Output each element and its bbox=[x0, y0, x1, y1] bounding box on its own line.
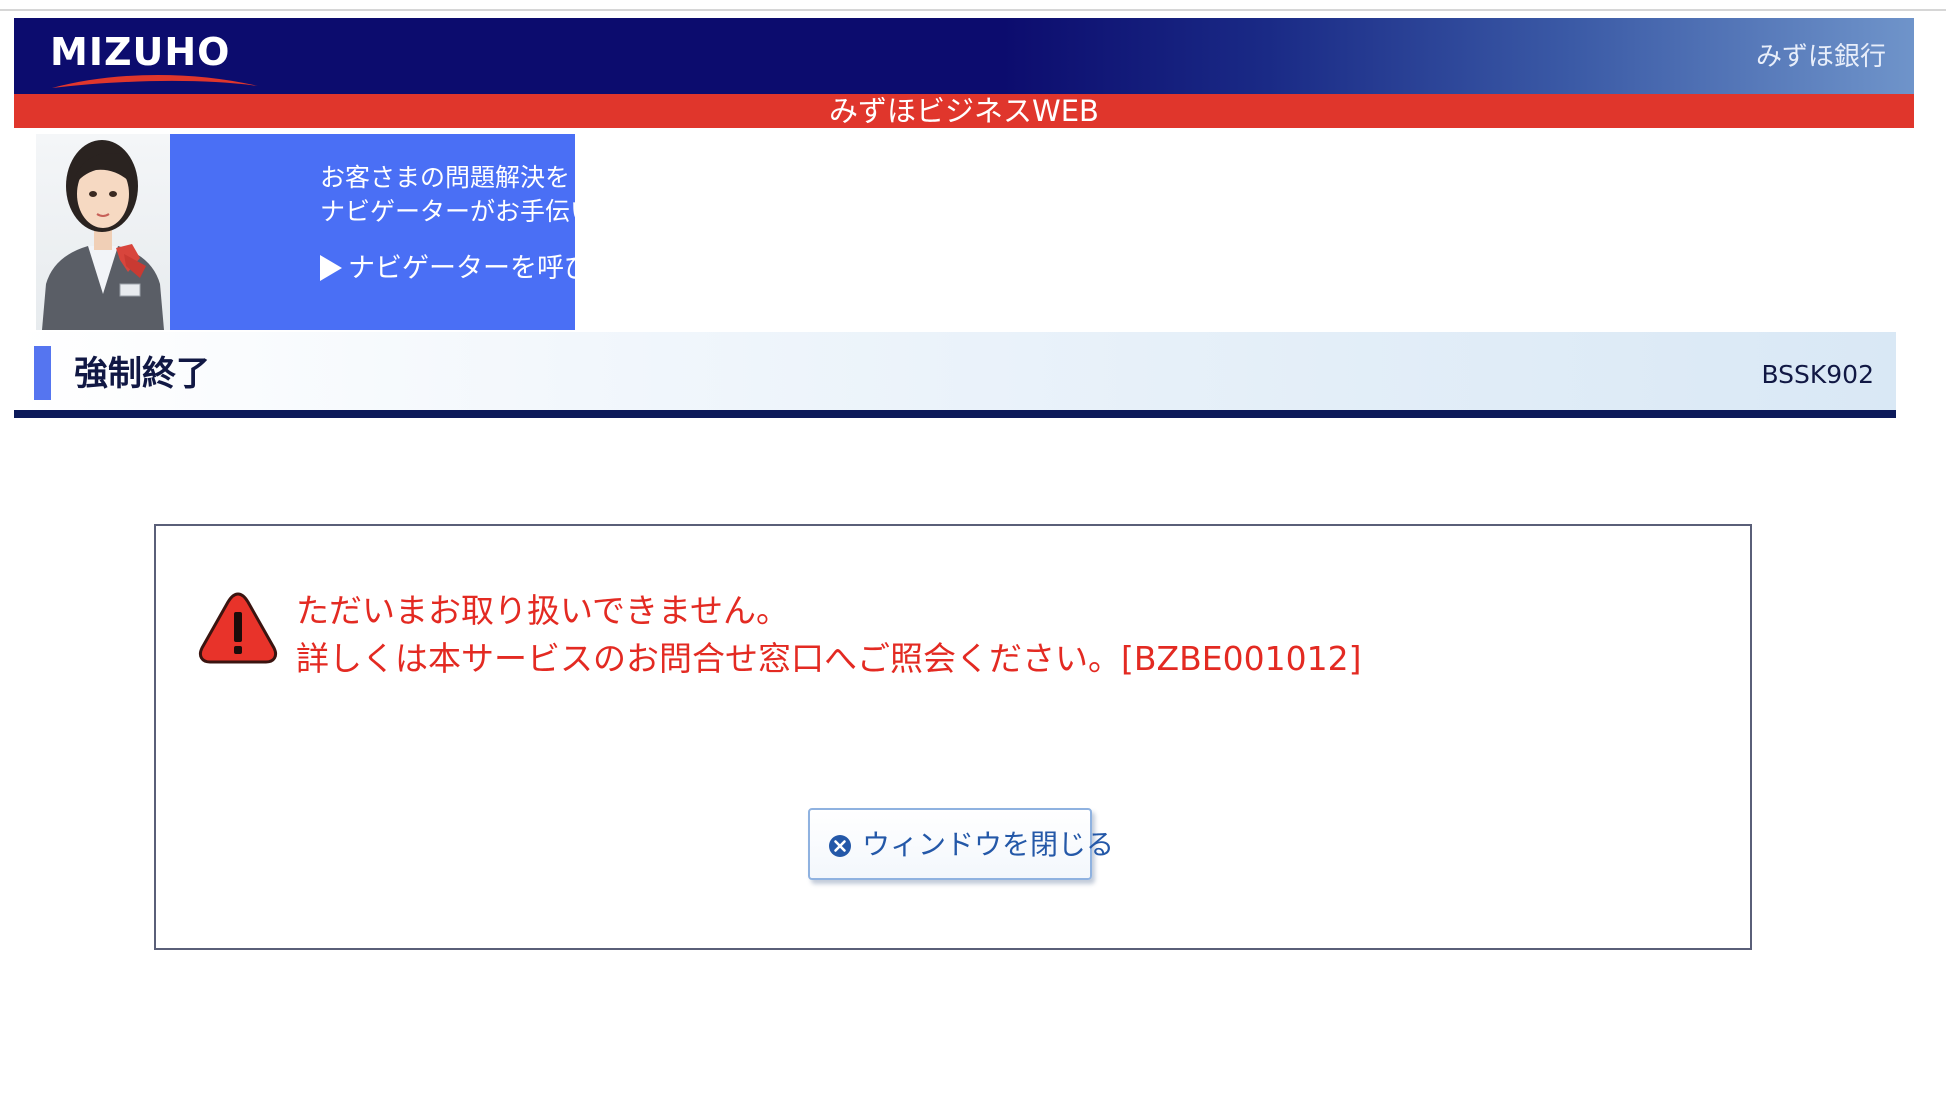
navigator-avatar bbox=[36, 134, 170, 330]
close-window-label: ウィンドウを閉じる bbox=[862, 828, 1115, 861]
close-window-button[interactable]: ウィンドウを閉じる bbox=[808, 808, 1114, 880]
page-title-bar: 強制終了 BSSK902 bbox=[14, 332, 1896, 410]
close-circle-icon bbox=[829, 835, 851, 857]
navigator-avatar-icon bbox=[42, 140, 164, 330]
page-title: 強制終了 bbox=[74, 354, 210, 394]
warning-icon bbox=[198, 592, 278, 664]
error-message-line2: 詳しくは本サービスのお問合せ窓口へご照会ください。[BZBE001012] bbox=[296, 639, 1362, 678]
screen-id: BSSK902 bbox=[1761, 360, 1874, 389]
call-navigator-link[interactable]: ナビゲーターを呼び出す bbox=[320, 252, 645, 286]
page: MIZUHO みずほ銀行 みずほビジネスWEB お客さまの問題解決を ナビゲータ… bbox=[0, 0, 1946, 1102]
service-band: みずほビジネスWEB bbox=[14, 94, 1914, 128]
title-accent-bar bbox=[34, 346, 51, 400]
top-divider bbox=[0, 9, 1946, 11]
navigator-text-line1: お客さまの問題解決を bbox=[320, 163, 571, 192]
error-message-box: ただいまお取り扱いできません。 詳しくは本サービスのお問合せ窓口へご照会ください… bbox=[154, 524, 1752, 950]
navigator-banner[interactable]: お客さまの問題解決を ナビゲーターがお手伝いします ナビゲーターを呼び出す bbox=[36, 134, 670, 330]
logo-swoosh-icon bbox=[52, 74, 258, 88]
site-header: MIZUHO みずほ銀行 bbox=[14, 18, 1914, 94]
play-arrow-icon bbox=[320, 255, 342, 281]
title-underline bbox=[14, 410, 1896, 418]
bank-name: みずほ銀行 bbox=[1755, 42, 1886, 72]
call-navigator-label: ナビゲーターを呼び出す bbox=[348, 253, 645, 284]
error-message-line1: ただいまお取り扱いできません。 bbox=[296, 591, 790, 630]
mizuho-logo: MIZUHO bbox=[50, 30, 258, 94]
navigator-panel[interactable]: お客さまの問題解決を ナビゲーターがお手伝いします ナビゲーターを呼び出す bbox=[170, 134, 670, 330]
navigator-text-line2: ナビゲーターがお手伝いします bbox=[320, 197, 671, 226]
service-name: みずほビジネスWEB bbox=[829, 94, 1099, 128]
